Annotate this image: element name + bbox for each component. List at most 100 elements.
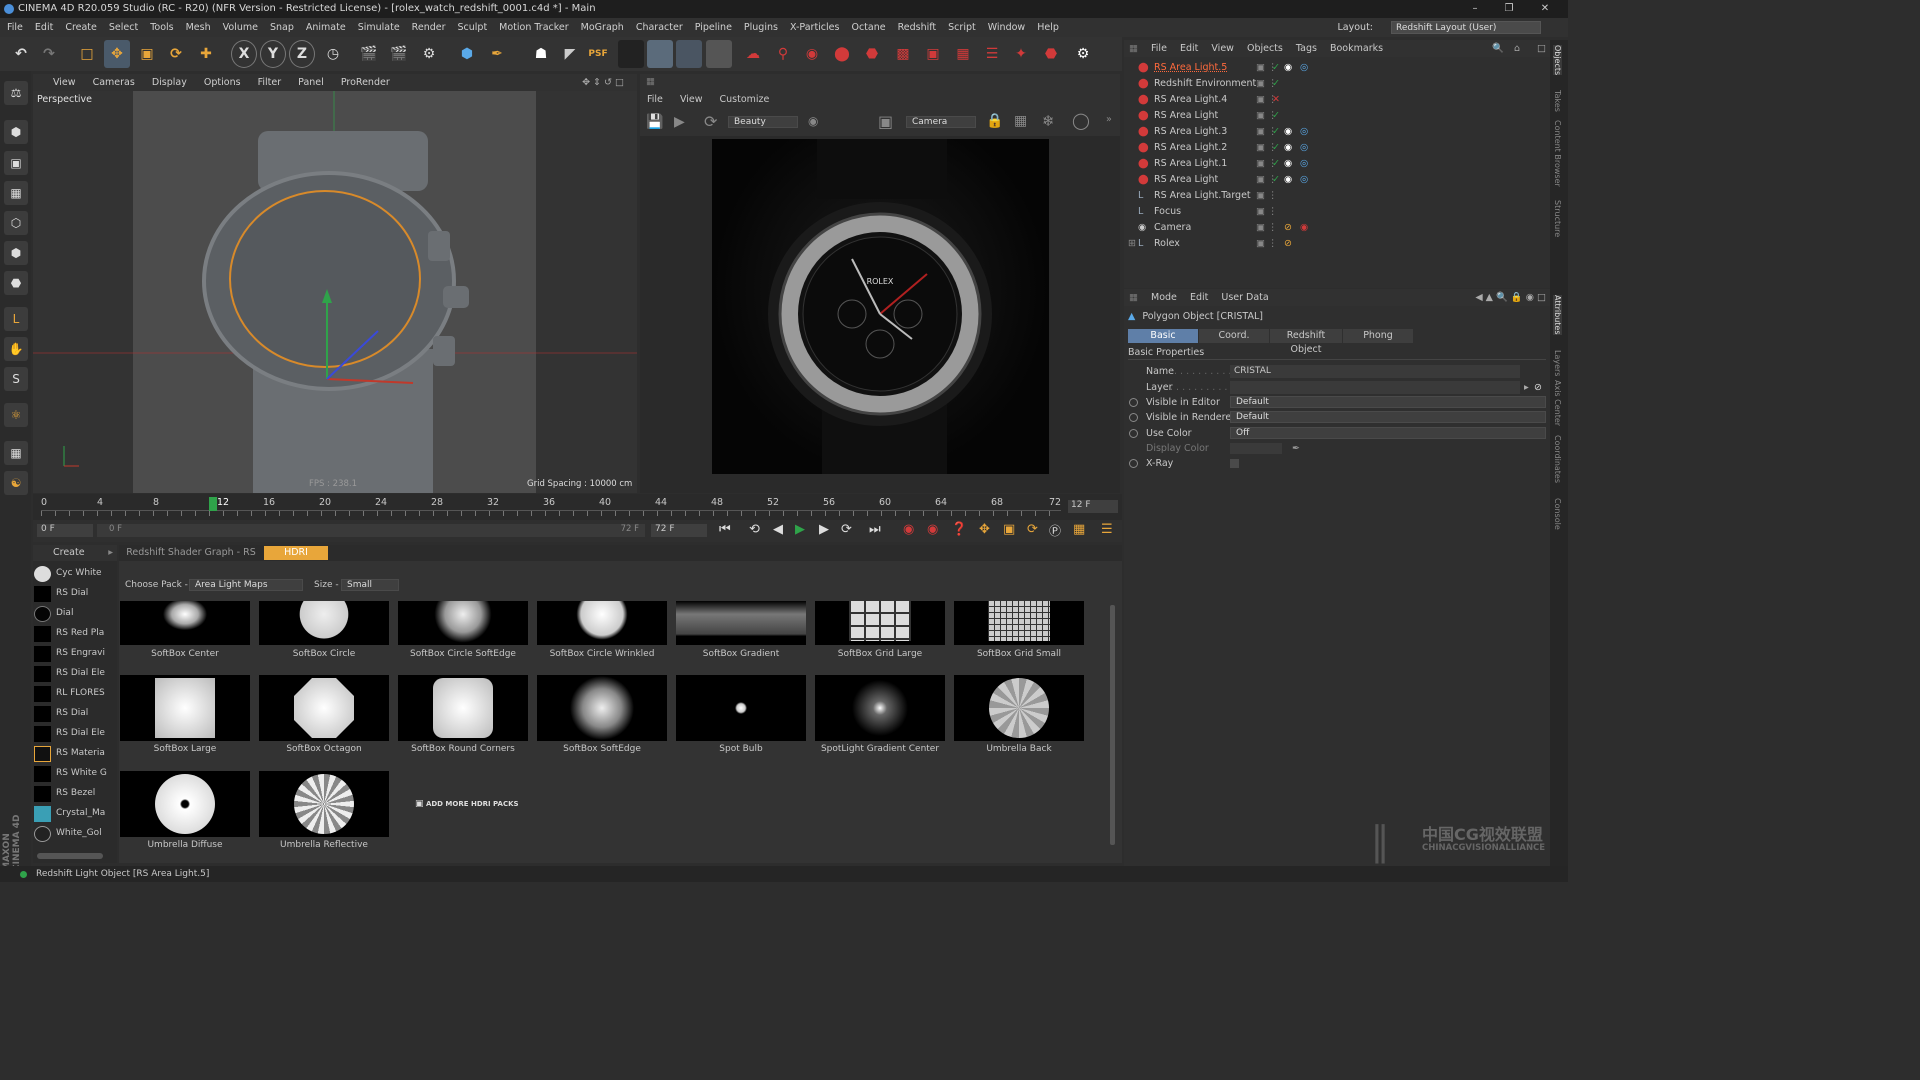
protection-tag-icon[interactable]: ⊘ (1284, 220, 1292, 236)
lock-workplane-icon[interactable]: ⚛ (4, 403, 28, 427)
tweak-icon[interactable]: ✋ (4, 337, 28, 361)
key-scale-icon[interactable]: ▣ (1003, 522, 1015, 537)
sky-icon[interactable] (647, 40, 673, 68)
make-editable-icon[interactable]: ⚖ (4, 81, 28, 105)
tab-coord[interactable]: Coord. (1199, 329, 1269, 343)
timeline-layout-icon[interactable]: ☰ (1101, 522, 1113, 537)
redo-icon[interactable]: ↷ (36, 40, 62, 68)
rs-light-icon[interactable]: ⚲ (770, 40, 796, 68)
rv-grid-icon[interactable]: ▦ (1014, 113, 1027, 129)
target-tag-icon[interactable]: ◎ (1300, 60, 1308, 76)
object-row[interactable]: ⬤ RS Area Light.4 ▣ ⋮ ✕ (1124, 92, 1550, 108)
vis-editor-anim-icon[interactable] (1129, 398, 1138, 407)
menu-create[interactable]: Create (65, 22, 97, 33)
material-item[interactable]: RS White G (33, 764, 117, 784)
rv-play-icon[interactable]: ▶ (674, 114, 685, 130)
rs-volume-icon[interactable]: ✦ (1008, 40, 1034, 68)
tab-axis-center[interactable]: Axis Center (1553, 380, 1562, 426)
viewport-menu-view[interactable]: View (53, 77, 76, 88)
viewport-nav-icons[interactable]: ✥ ⇕ ↺ □ (582, 74, 624, 91)
tab-objects[interactable]: Objects (1553, 45, 1562, 76)
rs-camera-icon[interactable]: ☁ (740, 40, 766, 68)
viewport-menu-display[interactable]: Display (152, 77, 187, 88)
display-color-swatch[interactable] (1230, 443, 1282, 454)
vis-editor-dropdown[interactable]: Default (1230, 396, 1546, 408)
viewport-menu-panel[interactable]: Panel (298, 77, 324, 88)
deformer-icon[interactable]: ◤ (557, 40, 583, 68)
object-row[interactable]: ⬤ Redshift Environment ▣ ⋮ ✓ (1124, 76, 1550, 92)
enabled-check[interactable]: ✓ (1272, 76, 1280, 92)
om-menu-tags[interactable]: Tags (1296, 43, 1317, 54)
menu-x-particles[interactable]: X-Particles (790, 22, 840, 33)
layout-dropdown[interactable]: Redshift Layout (User) (1391, 21, 1541, 34)
pack-dropdown[interactable]: Area Light Maps (189, 579, 303, 591)
rv-circle-icon[interactable]: ◯ (1072, 111, 1090, 130)
rs-camera-red-icon[interactable]: ◉ (799, 40, 825, 68)
psf-icon[interactable]: PSF (585, 40, 611, 68)
target-tag-icon[interactable]: ◎ (1300, 156, 1308, 172)
attr-menu-userdata[interactable]: User Data (1221, 292, 1268, 303)
render-view-icon[interactable]: 🎬 (356, 40, 382, 68)
add-more-hdri-button[interactable]: ▣ ADD MORE HDRI PACKS (415, 799, 519, 811)
minimize-button[interactable]: – (1458, 0, 1492, 18)
rs-settings-icon[interactable]: ⚙ (1070, 40, 1096, 68)
object-row[interactable]: ⊞ L Rolex ▣ ⋮ ⊘ (1124, 236, 1550, 252)
menu-simulate[interactable]: Simulate (358, 22, 400, 33)
hdri-thumb-umbrella-reflective[interactable] (259, 771, 389, 837)
subdivision-icon[interactable]: ☗ (528, 40, 554, 68)
scale-tool-icon[interactable]: ▣ (134, 40, 160, 68)
om-collapse-icon[interactable]: □ (1537, 40, 1546, 57)
object-row[interactable]: ⬤ RS Area Light.2 ▣ ⋮ ✓ ◉ ◎ (1124, 140, 1550, 156)
material-item[interactable]: Cyc White (33, 564, 117, 584)
visibility-dots[interactable]: ▣ ⋮ (1256, 236, 1278, 252)
keyframe-selection-icon[interactable]: ❓ (951, 522, 967, 537)
material-item[interactable]: RS Engravi (33, 644, 117, 664)
object-row[interactable]: ⬤ RS Area Light.5 ▣ ⋮ ✓ ◉ ◎ (1124, 60, 1550, 76)
material-item[interactable]: RS Dial (33, 704, 117, 724)
hdri-thumb-softbox-large[interactable] (120, 675, 250, 741)
max-frame-field[interactable]: 72 F (651, 524, 707, 537)
grid-icon[interactable]: ▦ (4, 441, 28, 465)
hdri-scrollbar[interactable] (1110, 605, 1115, 845)
rv-menu-view[interactable]: View (680, 94, 703, 105)
tab-attributes[interactable]: Attributes (1553, 295, 1562, 335)
size-dropdown[interactable]: Small (341, 579, 399, 591)
hdri-thumb-umbrella-diffuse[interactable] (120, 771, 250, 837)
close-button[interactable]: ✕ (1528, 0, 1562, 18)
menu-mograph[interactable]: MoGraph (581, 22, 624, 33)
hdri-thumb-softbox-circle-wrinkled[interactable] (537, 601, 667, 645)
menu-file[interactable]: File (7, 22, 23, 33)
pen-icon[interactable]: ✒ (484, 40, 510, 68)
hdri-thumb-spot-bulb[interactable] (676, 675, 806, 741)
enabled-check[interactable]: ✓ (1272, 124, 1280, 140)
hdri-thumb-softbox-gradient[interactable] (676, 601, 806, 645)
hdri-thumb-spotlight-gradient-center[interactable] (815, 675, 945, 741)
xray-checkbox[interactable] (1230, 459, 1239, 468)
prev-key-icon[interactable]: ⟲ (749, 522, 760, 537)
menu-tools[interactable]: Tools (150, 22, 173, 33)
tab-console[interactable]: Console (1553, 498, 1562, 530)
polygons-mode-icon[interactable]: ⬣ (4, 271, 28, 295)
rv-save-icon[interactable]: 💾 (646, 114, 663, 130)
om-search-icon[interactable]: 🔍 (1492, 40, 1504, 57)
layer-arrow-icon[interactable]: ▸ (1524, 380, 1529, 395)
attr-nav-icons[interactable]: ◀ ▲ 🔍 🔒 ◉ □ (1475, 289, 1546, 306)
viewport-menu-filter[interactable]: Filter (258, 77, 282, 88)
hdri-thumb-softbox-octagon[interactable] (259, 675, 389, 741)
tab-phong[interactable]: Phong (1343, 329, 1413, 343)
use-color-dropdown[interactable]: Off (1230, 427, 1546, 439)
key-rotation-icon[interactable]: ⟳ (1027, 522, 1038, 537)
hdri-thumb-softbox-grid-large[interactable] (815, 601, 945, 645)
next-key-icon[interactable]: ⟳ (841, 522, 852, 537)
om-menu-bookmarks[interactable]: Bookmarks (1330, 43, 1383, 54)
rv-crop-icon[interactable]: ▣ (878, 112, 893, 131)
rv-lock-icon[interactable]: 🔒 (986, 113, 1003, 129)
points-mode-icon[interactable]: ⬡ (4, 211, 28, 235)
workplane-icon[interactable]: ▦ (4, 181, 28, 205)
background-icon[interactable] (676, 40, 702, 68)
world-coords-icon[interactable]: ◷ (320, 40, 346, 68)
rv-menu-customize[interactable]: Customize (720, 94, 770, 105)
floor-icon[interactable] (618, 40, 644, 68)
hdri-thumb-softbox-center[interactable] (120, 601, 250, 645)
menu-mesh[interactable]: Mesh (186, 22, 211, 33)
